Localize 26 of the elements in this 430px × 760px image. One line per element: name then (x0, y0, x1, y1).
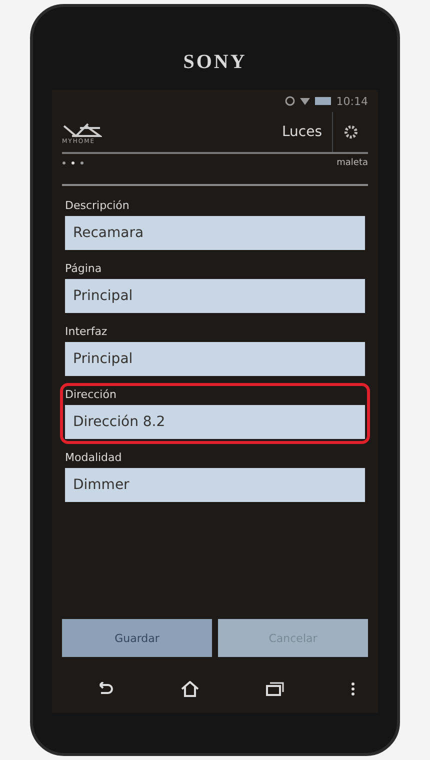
input-field[interactable]: Principal (65, 279, 365, 313)
recents-button[interactable] (266, 682, 284, 696)
page-dots-icon (62, 161, 84, 165)
input-field[interactable]: Principal (65, 342, 365, 376)
home-icon (180, 681, 198, 697)
alarm-icon (285, 96, 296, 106)
subtitle: maleta (336, 158, 368, 168)
field-label: Modalidad (65, 451, 123, 464)
brand-text: SONY (183, 51, 247, 74)
wifi-icon (300, 96, 310, 106)
field-label: Dirección (65, 388, 118, 401)
battery-icon (315, 97, 332, 105)
status-time: 10:14 (336, 94, 368, 108)
input-field[interactable]: Recamara (65, 216, 365, 250)
home-button[interactable] (180, 681, 198, 697)
field-label: Interfaz (65, 325, 108, 338)
more-icon (350, 682, 354, 696)
input-field[interactable]: Dirección 8.2 (65, 405, 365, 439)
field-label: Descripción (65, 199, 130, 212)
menu-button[interactable] (350, 682, 354, 696)
save-button[interactable]: Guardar (62, 619, 212, 657)
settings-icon (342, 124, 358, 140)
app-title: Luces (282, 124, 323, 140)
recents-icon (266, 682, 284, 696)
input-field[interactable]: Dimmer (65, 468, 365, 502)
field-label: Página (65, 262, 103, 275)
